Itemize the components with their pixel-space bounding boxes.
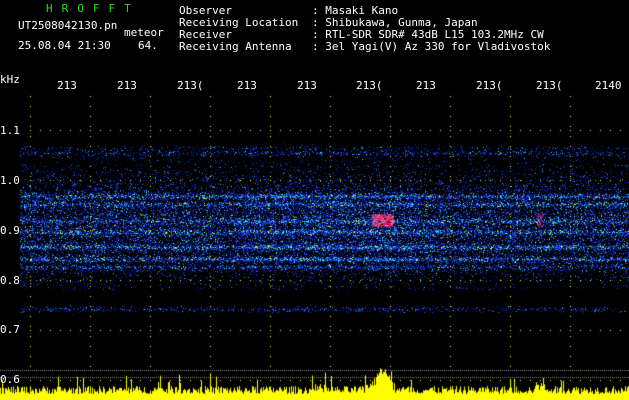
y-axis-unit: kHz	[0, 73, 20, 86]
x-tick: 213	[416, 79, 436, 92]
x-tick: 213	[297, 79, 317, 92]
y-tick: 0.9	[0, 224, 20, 237]
x-tick: 213(	[536, 79, 563, 92]
x-tick: 213	[237, 79, 257, 92]
x-tick: 213(	[177, 79, 204, 92]
y-tick: 0.8	[0, 274, 20, 287]
mode-label: meteor	[124, 26, 164, 39]
x-tick: 213(	[476, 79, 503, 92]
antenna-label: Receiving Antenna	[179, 40, 292, 53]
datetime-label: 25.08.04 21:30	[18, 39, 111, 52]
y-tick: 1.1	[0, 124, 20, 137]
y-tick: 0.7	[0, 323, 20, 336]
filename-label: UT2508042130.pn	[18, 19, 118, 32]
y-tick: 0.6	[0, 373, 20, 386]
antenna-value: : 3el Yagi(V) Az 330 for Vladivostok	[312, 40, 551, 53]
app-title: HROFFT	[46, 2, 140, 15]
x-tick: 213	[117, 79, 137, 92]
x-tick: 213(	[356, 79, 383, 92]
x-tick: 2140	[595, 79, 622, 92]
x-tick: 213	[57, 79, 77, 92]
channel-label: 64.	[138, 39, 158, 52]
spectrogram-canvas	[0, 0, 629, 400]
y-tick: 1.0	[0, 174, 20, 187]
